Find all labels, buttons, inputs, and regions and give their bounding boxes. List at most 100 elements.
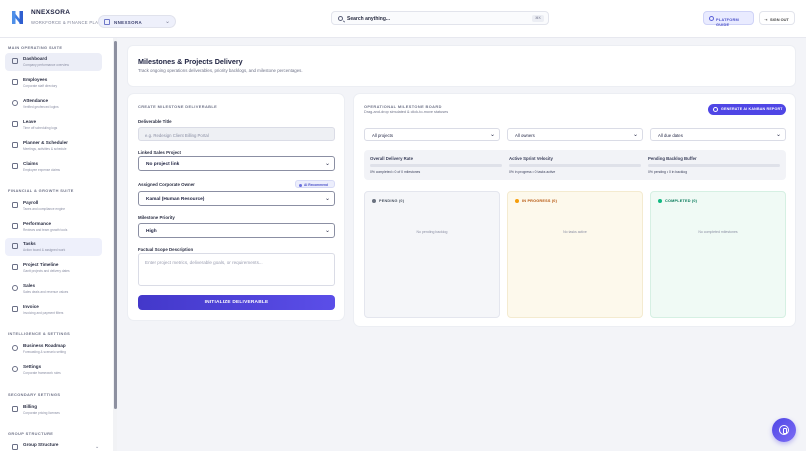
form-title: CREATE MILESTONE DELIVERABLE xyxy=(138,104,218,109)
sidebar-section-title: GROUP STRUCTURE xyxy=(8,431,54,436)
ai-recommend-label: AI Recommend xyxy=(304,182,328,187)
owner-filter-value: All owners xyxy=(515,133,535,138)
linked-project-label: Linked Sales Project xyxy=(138,150,181,155)
sidebar-item-label: Attendance xyxy=(23,98,49,103)
sidebar-item-label: Invoice xyxy=(23,304,39,309)
gear-icon xyxy=(12,366,18,372)
sidebar-item-performance[interactable]: Performance Reviews and team growth tool… xyxy=(5,218,102,236)
sidebar-item-description: Company performance overview xyxy=(23,63,69,67)
sidebar-section-title: INTELLIGENCE & SETTINGS xyxy=(8,331,71,336)
sidebar-item-description: Invoicing and payment filters xyxy=(23,311,64,315)
search-icon xyxy=(338,15,343,21)
sidebar-item-description: Time off scheduling logs xyxy=(23,126,58,130)
due-date-filter-value: All due dates xyxy=(658,133,683,138)
metric-progress-bar xyxy=(648,163,780,167)
clock-icon xyxy=(12,100,18,106)
sidebar-item-label: Business Roadmap xyxy=(23,343,66,348)
sidebar-section-title: SECONDARY SETTINGS xyxy=(8,392,61,397)
sidebar-item-group-structure[interactable]: Group Structure ⌄ xyxy=(5,439,102,451)
search-placeholder: Search anything... xyxy=(347,15,391,22)
assistant-fab-button[interactable] xyxy=(772,418,796,442)
scope-description-placeholder: Enter project metrics, deliverable goals… xyxy=(145,260,263,265)
sidebar-item-dashboard[interactable]: Dashboard Company performance overview xyxy=(5,53,102,71)
sidebar-item-label: Performance xyxy=(23,221,52,226)
column-empty-message: No completed milestones xyxy=(698,230,738,234)
sidebar-item-claims[interactable]: Claims Employee expense claims xyxy=(5,158,102,176)
priority-value: High xyxy=(146,228,157,234)
sidebar-item-payroll[interactable]: Payroll Taxes and compliance engine xyxy=(5,197,102,215)
sidebar-item-business-roadmap[interactable]: Business Roadmap Forecasting & scenario … xyxy=(5,340,102,358)
board-subtitle: Drag-and-drop simulated & click-to-move … xyxy=(364,110,449,114)
sidebar-item-description: Corporate framework rules xyxy=(23,371,61,375)
project-filter-select[interactable]: All projects ⌄ xyxy=(364,128,500,141)
kanban-column-in-progress[interactable]: IN PROGRESS (0) No tasks active xyxy=(507,191,643,318)
generate-ai-report-button[interactable]: GENERATE AI KANBAN REPORT xyxy=(708,104,786,115)
page-title: Milestones & Projects Delivery xyxy=(138,57,243,66)
metric-progress-bar xyxy=(370,163,502,167)
scope-description-textarea[interactable]: Enter project metrics, deliverable goals… xyxy=(138,253,335,286)
deliverable-title-input[interactable]: e.g. Redesign Client Billing Portal xyxy=(138,127,335,141)
planner-icon xyxy=(12,142,18,148)
platform-guide-button[interactable]: PLATFORM GUIDE xyxy=(703,11,754,27)
sidebar-item-label: Settings xyxy=(23,364,42,369)
sparkle-icon xyxy=(299,183,302,187)
ai-recommend-button[interactable]: AI Recommend xyxy=(295,180,335,188)
chevron-down-icon: ⌄ xyxy=(95,444,100,450)
sidebar-item-description: Meetings, activities & schedule xyxy=(23,147,67,151)
due-date-filter-select[interactable]: All due dates ⌄ xyxy=(650,128,786,141)
chart-icon xyxy=(12,223,18,229)
chevron-down-icon: ⌄ xyxy=(324,196,330,202)
sidebar-item-employees[interactable]: Employees Corporate staff directory xyxy=(5,74,102,92)
linked-project-select[interactable]: No project link ⌄ xyxy=(138,156,335,171)
sidebar-item-label: Tasks xyxy=(23,241,36,246)
metric-label: Overall Delivery Rate xyxy=(370,156,413,161)
sidebar-item-description: Action board & assigned work xyxy=(23,248,66,252)
sidebar-item-label: Sales xyxy=(23,283,36,288)
calendar-icon xyxy=(12,121,18,127)
column-header: PENDING (0) xyxy=(379,198,405,203)
organization-select[interactable]: NNEXSORA ⌄ xyxy=(98,15,176,28)
assistant-icon xyxy=(779,425,789,435)
assigned-owner-select[interactable]: Kamal (Human Resource) ⌄ xyxy=(138,191,335,206)
sidebar-item-description: Taxes and compliance engine xyxy=(23,207,65,211)
sparkle-icon xyxy=(713,107,718,112)
sidebar-item-description: Corporate staff directory xyxy=(23,84,58,88)
sidebar-item-invoice[interactable]: Invoice Invoicing and payment filters xyxy=(5,301,102,319)
sidebar-scrollbar[interactable] xyxy=(113,38,117,451)
payroll-icon xyxy=(12,202,18,208)
logout-icon: ⇥ xyxy=(764,16,768,22)
board-metrics-panel: Overall Delivery Rate 0% completed • 0 o… xyxy=(364,150,786,180)
assigned-owner-label: Assigned Corporate Owner xyxy=(138,182,195,187)
metric-value: 0% pending • 0 in backlog xyxy=(648,170,688,174)
kanban-column-pending[interactable]: PENDING (0) No pending backlog xyxy=(364,191,500,318)
priority-select[interactable]: High ⌄ xyxy=(138,223,335,238)
chevron-down-icon: ⌄ xyxy=(324,228,330,234)
initialize-deliverable-button[interactable]: INITIALIZE DELIVERABLE xyxy=(138,295,335,310)
kanban-column-completed[interactable]: COMPLETED (0) No completed milestones xyxy=(650,191,786,318)
global-search-input[interactable]: Search anything... ⌘K xyxy=(331,11,549,25)
sidebar-item-tasks[interactable]: Tasks Action board & assigned work xyxy=(5,238,102,256)
owner-filter-select[interactable]: All owners ⌄ xyxy=(507,128,643,141)
status-dot-icon xyxy=(372,199,376,203)
sidebar-item-planner[interactable]: Planner & Scheduler Meetings, activities… xyxy=(5,137,102,155)
top-header: NNEXSORA WORKFORCE & FINANCE PLATFORM NN… xyxy=(0,0,806,38)
building-icon xyxy=(104,19,110,25)
metric-value: 0% completed • 0 of 0 milestones xyxy=(370,170,421,174)
sidebar-item-sales[interactable]: Sales Sales deals and revenue values xyxy=(5,280,102,298)
sidebar-scrollbar-thumb[interactable] xyxy=(113,41,117,409)
sidebar-item-label: Billing xyxy=(23,404,38,409)
timeline-icon xyxy=(12,264,18,270)
search-shortcut-badge: ⌘K xyxy=(532,14,544,22)
sidebar-item-project-timeline[interactable]: Project Timeline Gantt projects and deli… xyxy=(5,259,102,277)
sidebar-item-billing[interactable]: Billing Corporate pricing licenses xyxy=(5,401,102,419)
status-dot-icon xyxy=(658,199,662,203)
sidebar-item-description: Gantt projects and delivery dates xyxy=(23,269,70,273)
sidebar-item-attendance[interactable]: Attendance Verified geofenced logins xyxy=(5,95,102,113)
sidebar-item-leave[interactable]: Leave Time off scheduling logs xyxy=(5,116,102,134)
sidebar-item-description: Forecasting & scenario setting xyxy=(23,350,66,354)
column-empty-message: No pending backlog xyxy=(416,230,448,234)
sign-out-button[interactable]: ⇥ SIGN OUT xyxy=(759,11,795,25)
sidebar-section-title: FINANCIAL & GROWTH SUITE xyxy=(8,188,74,193)
sidebar-item-settings[interactable]: Settings Corporate framework rules xyxy=(5,361,102,379)
column-header: COMPLETED (0) xyxy=(665,198,698,203)
